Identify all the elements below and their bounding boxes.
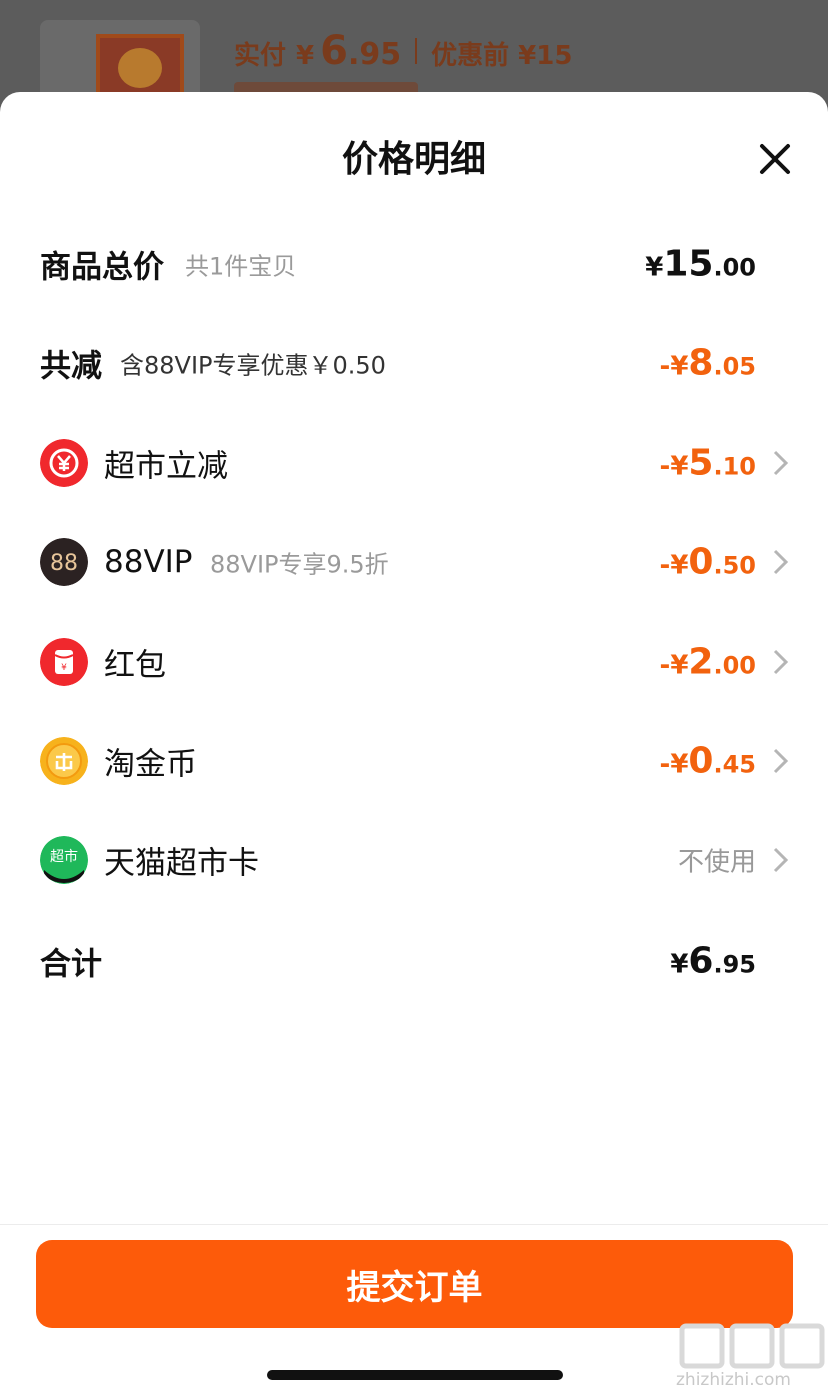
currency: ¥ (670, 949, 689, 980)
currency: -¥ (659, 650, 689, 681)
sheet-title: 价格明细 (341, 139, 486, 180)
row-market-discount[interactable]: 超市立减 -¥ 5.10 (0, 433, 828, 493)
chevron-right-icon (773, 549, 789, 575)
divider (0, 1224, 828, 1225)
price-separator (415, 38, 418, 64)
amount-dec: .95 (713, 950, 756, 979)
red-envelope-amount: -¥ 2.00 (660, 642, 756, 683)
close-icon[interactable] (754, 138, 796, 180)
amount-dec: .05 (713, 352, 756, 381)
taojinbi-amount: -¥ 0.45 (660, 741, 756, 782)
svg-text:88: 88 (50, 551, 78, 576)
watermark-text: zhizhizhi.com (676, 1370, 791, 1390)
svg-text:¥: ¥ (61, 663, 67, 673)
goods-total-label: 商品总价 (40, 249, 164, 286)
chevron-right-icon (773, 847, 789, 873)
paid-label: 实付 (234, 41, 287, 71)
submit-order-button[interactable]: 提交订单 (36, 1240, 793, 1328)
currency: -¥ (659, 451, 689, 482)
paid-currency: ¥ (296, 41, 315, 71)
gold-coin-icon (40, 737, 88, 785)
88vip-icon: 88 (40, 538, 88, 586)
taojinbi-label: 淘金币 (104, 746, 197, 783)
row-total-reduce: 共减 含88VIP专享优惠￥0.50 -¥ 8.05 (0, 333, 828, 393)
price-detail-sheet: 价格明细 商品总价 共1件宝贝 ¥15.00 共减 含88VIP专享优惠￥0.5… (0, 92, 828, 1400)
sum-amount: ¥6.95 (670, 941, 756, 982)
amount-int: 0 (688, 740, 714, 782)
amount-dec: .45 (713, 750, 756, 779)
88vip-note: 88VIP专享9.5折 (210, 550, 389, 579)
amount-dec: .00 (713, 651, 756, 680)
background-price: 实付 ¥ 6 .95 优惠前 ¥15 (234, 28, 572, 74)
row-goods-total: 商品总价 共1件宝贝 ¥15.00 (0, 234, 828, 294)
tmall-market-card-icon: 超市 (40, 836, 88, 884)
paid-int: 6 (320, 28, 348, 74)
currency: -¥ (659, 550, 689, 581)
amount-int: 6 (688, 940, 714, 982)
svg-text:超市: 超市 (50, 848, 78, 865)
product-thumbnail (40, 20, 200, 100)
product-image (96, 34, 184, 100)
amount-int: 0 (688, 541, 714, 583)
amount-int: 2 (688, 641, 714, 683)
currency: -¥ (659, 351, 689, 382)
row-taojinbi[interactable]: 淘金币 -¥ 0.45 (0, 731, 828, 791)
amount-dec: .50 (713, 551, 756, 580)
paid-dec: .95 (347, 37, 402, 72)
total-reduce-amount: -¥ 8.05 (660, 343, 756, 384)
amount-dec: .00 (713, 253, 756, 282)
chevron-right-icon (773, 450, 789, 476)
tmall-card-value: 不使用 (677, 847, 756, 878)
market-discount-label: 超市立减 (104, 448, 228, 485)
goods-total-amount: ¥15.00 (645, 244, 756, 285)
chevron-right-icon (773, 649, 789, 675)
yuan-coin-icon (40, 439, 88, 487)
row-sum: 合计 ¥6.95 (0, 931, 828, 991)
tmall-card-label: 天猫超市卡 (104, 845, 259, 882)
amount-int: 15 (663, 243, 714, 285)
row-88vip[interactable]: 88 88VIP 88VIP专享9.5折 -¥ 0.50 (0, 532, 828, 592)
row-red-envelope[interactable]: ¥ 红包 -¥ 2.00 (0, 632, 828, 692)
amount-dec: .10 (713, 452, 756, 481)
goods-count: 共1件宝贝 (185, 252, 297, 281)
red-envelope-icon: ¥ (40, 638, 88, 686)
sum-label: 合计 (40, 946, 102, 983)
row-tmall-card[interactable]: 超市 天猫超市卡 不使用 (0, 830, 828, 890)
price-before-discount: 优惠前 ¥15 (431, 41, 573, 71)
88vip-label: 88VIP (104, 544, 193, 580)
amount-int: 8 (688, 342, 714, 384)
home-indicator (267, 1370, 563, 1380)
total-reduce-label: 共减 (40, 348, 102, 385)
market-discount-amount: -¥ 5.10 (660, 443, 756, 484)
currency: ¥ (645, 252, 664, 283)
vip-note: 含88VIP专享优惠￥0.50 (120, 351, 386, 380)
amount-int: 5 (688, 442, 714, 484)
currency: -¥ (659, 749, 689, 780)
red-envelope-label: 红包 (104, 647, 166, 684)
88vip-amount: -¥ 0.50 (660, 542, 756, 583)
chevron-right-icon (773, 748, 789, 774)
